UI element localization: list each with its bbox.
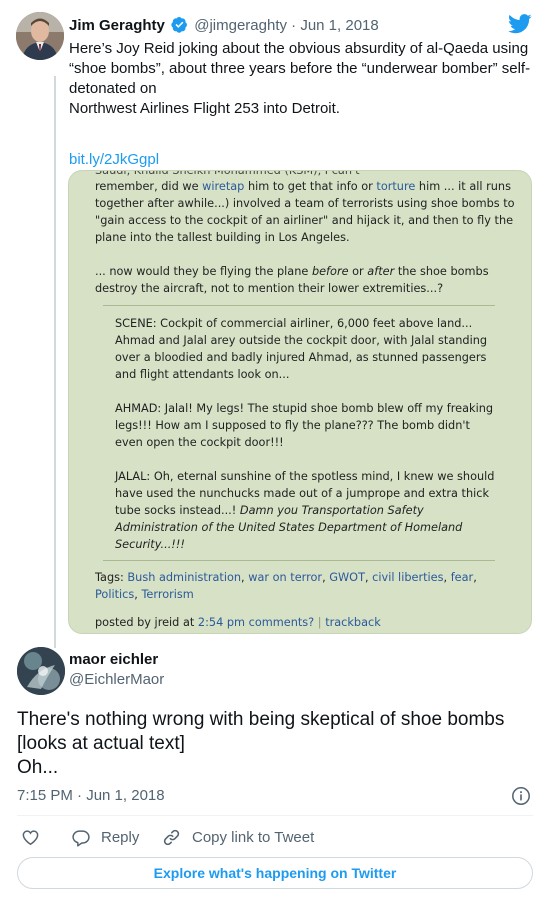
scene-line: Ahmad and Jalal arey outside the cockpit… [115,334,488,347]
tag-link[interactable]: civil liberties [372,571,443,584]
post-text-line: together after awhile...) involved a tea… [95,197,515,210]
text-line: There's nothing wrong with being skeptic… [17,709,505,730]
tweet-text: There's nothing wrong with being skeptic… [17,708,537,780]
text: Administration of the United States Depa… [115,521,463,534]
quoted-tweet-text: Here’s Joy Reid joking about the obvious… [69,39,539,119]
scene-line: even open the cockpit door!!! [115,436,284,449]
post-footer: posted by jreid at 2:54 pm comments? | t… [95,614,515,631]
trackback-link[interactable]: trackback [325,616,381,629]
avatar[interactable] [16,12,64,60]
divider [103,560,495,561]
short-link[interactable]: bit.ly/2JkGgpl [69,150,159,170]
permalink[interactable]: 2:54 pm [198,616,245,629]
text-line: Oh... [17,757,59,778]
reply-bubble-icon [72,829,90,847]
reply-button[interactable]: Reply [71,826,139,848]
text: remember, did we [95,180,203,193]
tag-link[interactable]: war on terror [248,571,322,584]
post-tags: Tags: Bush administration, war on terror… [95,571,477,584]
author-name[interactable]: maor eichler [69,650,158,670]
info-icon[interactable] [511,786,531,806]
text-line: Here’s Joy Reid joking about the obvious… [69,40,529,57]
scene-line: AHMAD: Jalal! My legs! The stupid shoe b… [115,402,494,415]
text-line: “shoe bombs”, about three years before t… [69,60,531,77]
torture-link[interactable]: torture [376,180,415,193]
post-text-line: remember, did we wiretap him to get that… [95,178,515,195]
wiretap-link[interactable]: wiretap [202,180,244,193]
comments-link[interactable]: comments? [249,616,315,629]
scene-line: over a bloodied and badly injured Ahmad,… [115,351,487,364]
author-handle[interactable]: @EichlerMaor [69,670,164,690]
tag-link[interactable]: fear [451,571,474,584]
text: the shoe bombs [394,265,489,278]
verified-badge-icon [171,16,187,33]
like-button[interactable] [21,826,40,848]
embedded-screenshot[interactable]: Saudi, Khalid Sheikh Mohammed (KSM), I c… [68,170,532,634]
quoted-tweet-header: Jim Geraghty @jimgeraghty · Jun 1, 2018 [69,16,379,36]
text: after [367,265,395,278]
text: or [348,265,368,278]
divider [17,815,533,816]
tag-link[interactable]: Politics [95,588,134,601]
scene-line: SCENE: Cockpit of commercial airliner, 6… [115,317,473,330]
scene-line: legs!!! How am I supposed to fly the pla… [115,419,470,432]
author-handle[interactable]: @jimgeraghty [194,17,287,34]
text-line: detonated on [69,80,157,97]
text: Security...!!! [115,538,185,551]
post-text-line: "gain access to the cockpit of an airlin… [95,214,514,227]
avatar[interactable] [17,647,65,695]
tweet-timestamp[interactable]: 7:15 PM · Jun 1, 2018 [17,786,165,806]
text: Damn you Transportation Safety [239,504,424,517]
tag-link[interactable]: Terrorism [141,588,193,601]
post-text-line: ... now would they be flying the plane b… [95,263,515,280]
text: him to get that info or [244,180,377,193]
tags-label: Tags: [95,571,128,584]
divider [103,305,495,306]
text: tube socks instead...! [115,504,240,517]
text: ... now would they be flying the plane [95,265,312,278]
separator: | [317,616,322,629]
copy-link-label: Copy link to Tweet [192,828,315,846]
thread-connector-line [54,76,56,648]
copy-link-button[interactable]: Copy link to Tweet [162,826,314,848]
link-chain-icon [163,829,180,845]
tag-link[interactable]: Bush administration [127,571,241,584]
explore-twitter-button[interactable]: Explore what's happening on Twitter [17,857,533,889]
text-line: [looks at actual text] [17,733,185,754]
scene-line: tube socks instead...! Damn you Transpor… [115,502,503,519]
text: him ... it all runs [415,180,511,193]
scene-line: and flight attendants look on... [115,368,290,381]
post-tags: Politics, Terrorism [95,588,194,601]
text-line: Northwest Airlines Flight 253 into Detro… [69,100,340,117]
posted-by-text: posted by jreid at [95,616,198,629]
scene-line: JALAL: Oh, eternal sunshine of the spotl… [115,470,495,483]
text: before [311,265,349,278]
post-text-line: plane into the tallest building in Los A… [95,231,350,244]
twitter-logo-icon[interactable] [508,14,532,34]
separator-dot: · [291,17,297,34]
heart-icon [22,829,39,845]
scene-line: Administration of the United States Depa… [115,519,503,536]
scene-line: Security...!!! [115,536,503,553]
author-name[interactable]: Jim Geraghty [69,17,165,34]
tag-link[interactable]: GWOT [329,571,365,584]
post-text-line: destroy the aircraft, not to mention the… [95,282,444,295]
tweet-date[interactable]: Jun 1, 2018 [300,17,378,34]
reply-label: Reply [101,828,140,846]
scene-line: have used the nunchucks made out of a ju… [115,487,490,500]
